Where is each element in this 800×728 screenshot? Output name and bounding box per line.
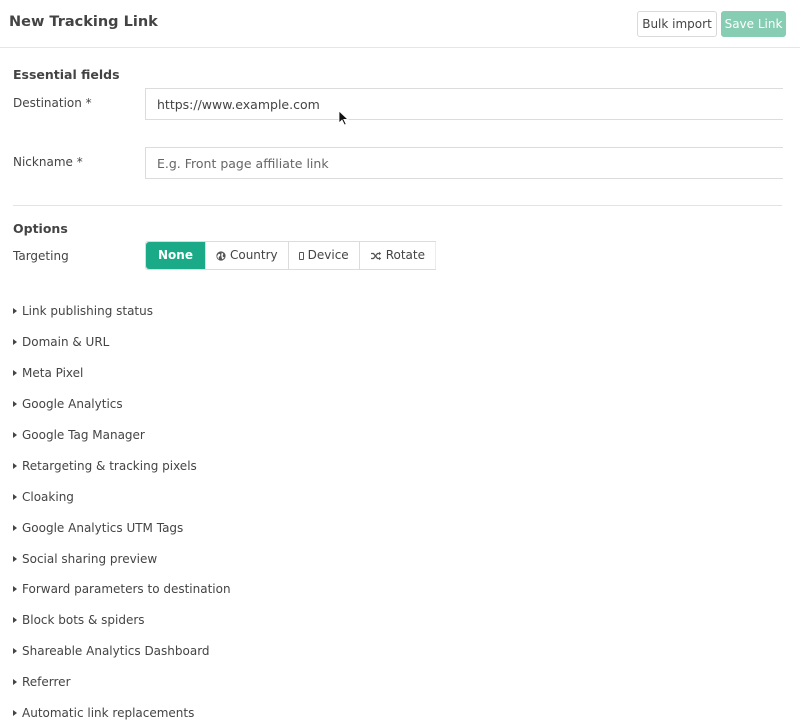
section-label: Google Tag Manager <box>22 428 145 442</box>
caret-right-icon <box>13 710 17 717</box>
targeting-country-label: Country <box>229 248 278 262</box>
targeting-none-label: None <box>158 248 193 262</box>
destination-label: Destination * <box>13 96 92 110</box>
section-cloaking[interactable]: Cloaking <box>13 481 231 512</box>
targeting-label: Targeting <box>13 249 69 263</box>
section-label: Automatic link replacements <box>22 706 195 721</box>
section-meta-pixel[interactable]: Meta Pixel <box>13 358 231 389</box>
section-label: Retargeting & tracking pixels <box>22 458 197 473</box>
section-divider <box>13 205 782 206</box>
section-label: Cloaking <box>22 489 74 504</box>
caret-right-icon <box>13 679 17 686</box>
section-label: Google Analytics <box>22 397 123 412</box>
nickname-input[interactable] <box>145 147 783 179</box>
section-link-publishing-status[interactable]: Link publishing status <box>13 296 231 327</box>
section-forward-parameters[interactable]: Forward parameters to destination <box>13 574 231 605</box>
caret-right-icon <box>13 432 17 438</box>
targeting-rotate-button[interactable]: Rotate <box>359 242 436 269</box>
targeting-segmented-control: None Country Device Rotate <box>145 241 436 270</box>
section-google-analytics[interactable]: Google Analytics <box>13 389 231 420</box>
caret-right-icon <box>13 648 17 655</box>
section-utm-tags[interactable]: Google Analytics UTM Tags <box>13 512 231 543</box>
caret-right-icon <box>13 586 17 593</box>
caret-right-icon <box>13 462 17 469</box>
section-retargeting-pixels[interactable]: Retargeting & tracking pixels <box>13 450 231 481</box>
section-label: Forward parameters to destination <box>22 582 231 597</box>
section-block-bots[interactable]: Block bots & spiders <box>13 605 231 636</box>
section-label: Domain & URL <box>22 335 110 350</box>
section-label: Shareable Analytics Dashboard <box>22 644 210 659</box>
options-accordion: Link publishing status Domain & URL Meta… <box>13 296 231 728</box>
targeting-rotate-label: Rotate <box>385 248 425 262</box>
section-automatic-link-replacements[interactable]: Automatic link replacements <box>13 698 231 728</box>
section-shareable-dashboard[interactable]: Shareable Analytics Dashboard <box>13 636 231 667</box>
section-label: Block bots & spiders <box>22 613 145 628</box>
section-label: Google Analytics UTM Tags <box>22 520 184 535</box>
section-domain-url[interactable]: Domain & URL <box>13 327 231 358</box>
globe-icon <box>216 250 226 261</box>
caret-right-icon <box>13 555 17 562</box>
caret-right-icon <box>13 370 17 377</box>
section-label: Social sharing preview <box>22 551 158 566</box>
section-label: Link publishing status <box>22 304 153 319</box>
targeting-device-label: Device <box>307 248 349 262</box>
nickname-label: Nickname * <box>13 155 83 169</box>
mobile-icon <box>298 251 304 260</box>
targeting-country-button[interactable]: Country <box>205 242 289 269</box>
section-referrer[interactable]: Referrer <box>13 667 231 698</box>
caret-right-icon <box>13 493 17 500</box>
targeting-device-button[interactable]: Device <box>288 242 360 269</box>
caret-right-icon <box>13 339 17 346</box>
section-label: Meta Pixel <box>22 366 84 381</box>
caret-right-icon <box>13 617 17 624</box>
options-heading: Options <box>13 221 68 236</box>
section-social-sharing-preview[interactable]: Social sharing preview <box>13 543 231 574</box>
essential-fields-heading: Essential fields <box>13 67 120 82</box>
mouse-cursor-icon <box>338 110 350 126</box>
caret-right-icon <box>13 308 17 315</box>
destination-input[interactable] <box>145 88 783 120</box>
shuffle-icon <box>370 251 381 260</box>
targeting-none-button[interactable]: None <box>146 242 206 269</box>
caret-right-icon <box>13 401 17 408</box>
page-title: New Tracking Link <box>9 14 158 30</box>
save-link-button[interactable]: Save Link <box>721 11 786 37</box>
bulk-import-button[interactable]: Bulk import <box>637 11 717 37</box>
section-label: Referrer <box>22 675 71 690</box>
caret-right-icon <box>13 524 17 531</box>
page-header: New Tracking Link Bulk import Save Link <box>0 0 800 48</box>
section-google-tag-manager[interactable]: Google Tag Manager <box>13 420 231 451</box>
